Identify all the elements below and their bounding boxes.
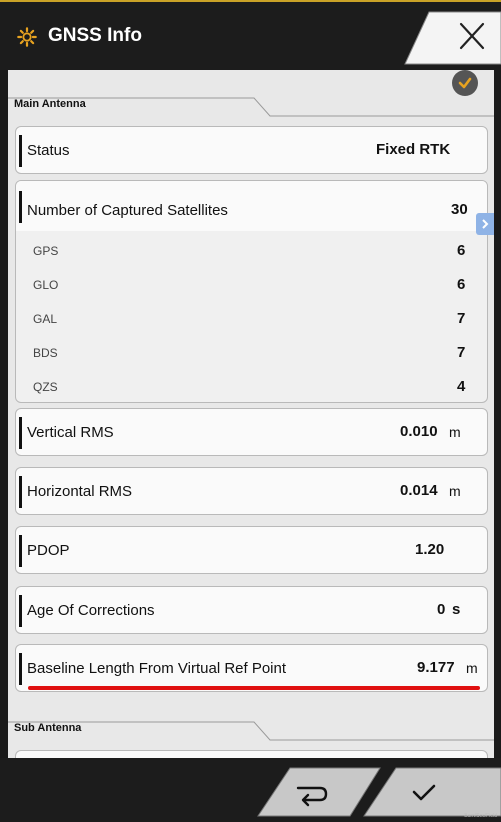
highlight-underline xyxy=(28,686,480,690)
header-bar: GNSS Info xyxy=(0,0,501,70)
satellite-count: 4 xyxy=(457,378,466,395)
satellite-row-gps: GPS 6 xyxy=(16,233,487,267)
expand-icon xyxy=(482,219,489,229)
baseline-length-row: Baseline Length From Virtual Ref Point 9… xyxy=(15,644,488,692)
footer-bar: Barn/Sec/Field xyxy=(0,758,501,822)
satellites-group: Number of Captured Satellites 30 GPS 6 G… xyxy=(15,180,488,403)
horizontal-rms-row: Horizontal RMS 0.014 m xyxy=(15,467,488,515)
section-main-antenna: Main Antenna xyxy=(8,92,494,118)
satellites-label: Number of Captured Satellites xyxy=(27,202,228,219)
satellite-label: GPS xyxy=(33,244,59,258)
satellite-count: 7 xyxy=(457,344,466,361)
horizontal-rms-unit: m xyxy=(449,483,461,499)
satellite-row-glo: GLO 6 xyxy=(16,267,487,301)
row-marker xyxy=(19,535,22,567)
status-value: Fixed RTK xyxy=(376,141,451,158)
satellite-row-bds: BDS 7 xyxy=(16,335,487,369)
vertical-rms-unit: m xyxy=(449,424,461,440)
corner-status-text: Barn/Sec/Field xyxy=(464,813,497,819)
row-marker xyxy=(19,653,22,685)
vertical-rms-value: 0.010 xyxy=(400,423,438,440)
satellite-label: GLO xyxy=(33,278,59,292)
satellite-label: BDS xyxy=(33,346,58,360)
horizontal-rms-label: Horizontal RMS xyxy=(27,483,133,500)
status-row: Status Fixed RTK xyxy=(15,126,488,174)
confirm-button[interactable] xyxy=(363,767,501,817)
side-drawer-handle[interactable] xyxy=(476,213,494,235)
horizontal-rms-value: 0.014 xyxy=(400,482,438,499)
sub-antenna-row xyxy=(15,750,488,758)
baseline-length-value: 9.177 xyxy=(417,659,455,676)
section-sub-antenna: Sub Antenna xyxy=(8,716,494,742)
age-of-corrections-label: Age Of Corrections xyxy=(27,602,155,619)
vertical-rms-row: Vertical RMS 0.010 m xyxy=(15,408,488,456)
back-button[interactable] xyxy=(257,767,381,817)
satellites-header: Number of Captured Satellites 30 xyxy=(16,181,487,231)
status-label: Status xyxy=(27,142,70,159)
row-marker xyxy=(19,595,22,627)
vertical-rms-label: Vertical RMS xyxy=(27,424,114,441)
check-icon xyxy=(458,77,472,89)
age-of-corrections-value: 0 xyxy=(437,601,446,618)
gear-icon xyxy=(17,27,37,47)
satellite-count: 7 xyxy=(457,310,466,327)
row-marker xyxy=(19,417,22,449)
page-title: GNSS Info xyxy=(48,25,142,46)
pdop-value: 1.20 xyxy=(415,541,445,558)
pdop-label: PDOP xyxy=(27,542,70,559)
pdop-row: PDOP 1.20 xyxy=(15,526,488,574)
row-marker xyxy=(19,476,22,508)
satellite-count: 6 xyxy=(457,276,466,293)
gnss-info-panel: Main Antenna Status Fixed RTK Number of … xyxy=(8,70,494,758)
age-of-corrections-row: Age Of Corrections 0 s xyxy=(15,586,488,634)
satellite-row-qzs: QZS 4 xyxy=(16,369,487,402)
section-sub-antenna-label: Sub Antenna xyxy=(14,722,82,734)
baseline-length-label: Baseline Length From Virtual Ref Point xyxy=(27,660,287,677)
satellite-label: QZS xyxy=(33,380,58,394)
baseline-length-unit: m xyxy=(466,660,478,676)
satellite-count: 6 xyxy=(457,242,466,259)
age-of-corrections-unit: s xyxy=(452,601,461,618)
close-button[interactable] xyxy=(401,8,501,68)
section-main-antenna-label: Main Antenna xyxy=(14,98,86,110)
satellite-row-gal: GAL 7 xyxy=(16,301,487,335)
satellite-label: GAL xyxy=(33,312,58,326)
row-marker xyxy=(19,135,22,167)
satellites-value: 30 xyxy=(451,201,468,218)
row-marker xyxy=(19,191,22,223)
